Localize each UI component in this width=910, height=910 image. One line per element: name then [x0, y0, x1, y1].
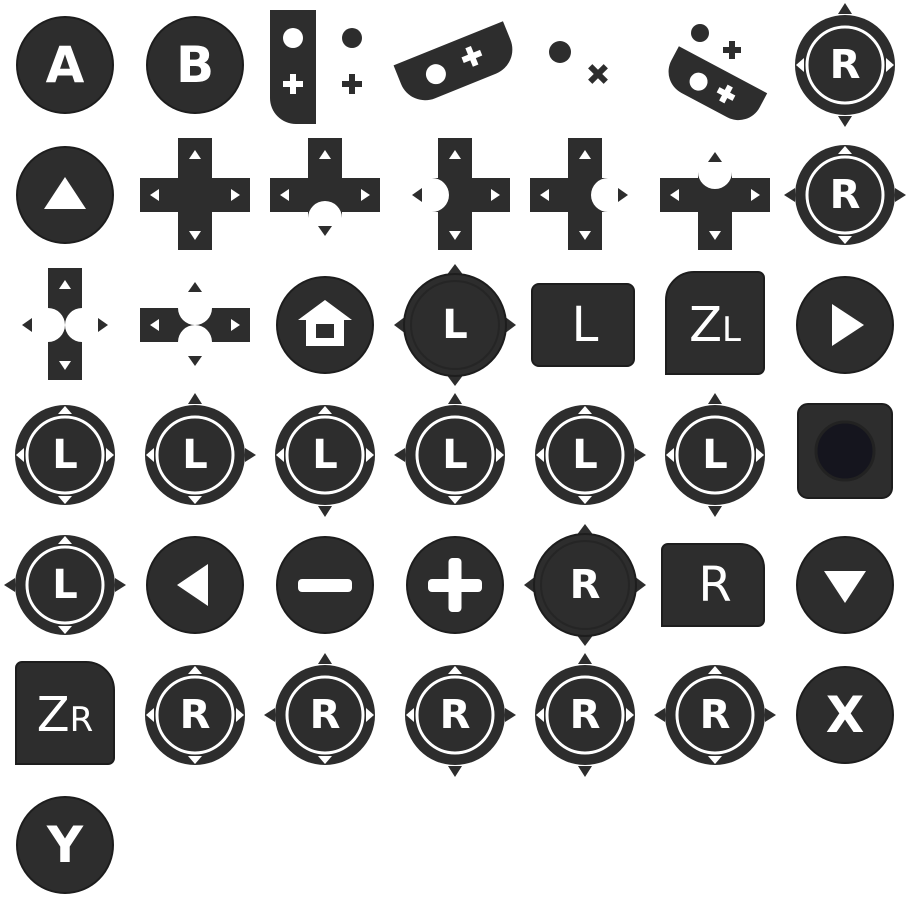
- stick-l-down-icon: L: [260, 390, 390, 520]
- icon-sheet: A B R R L L Z L L L L L L L L R R Z R R …: [0, 0, 910, 910]
- home-button-icon: [260, 260, 390, 390]
- button-play-icon: [780, 260, 910, 390]
- stick-r-horizontal-icon: R: [650, 650, 780, 780]
- joycon-left-sideways-icon: [260, 0, 390, 130]
- square-stick-icon: [780, 390, 910, 520]
- dpad-icon: [130, 130, 260, 260]
- stick-l-vertical-icon: L: [650, 390, 780, 520]
- button-up-arrow-icon: [0, 130, 130, 260]
- button-left-arrow-icon: [130, 520, 260, 650]
- button-r-icon: R: [650, 520, 780, 650]
- stick-r-inner-icon: R: [130, 650, 260, 780]
- dpad-vertical-icon: [0, 260, 130, 390]
- dpad-up-icon: [650, 130, 780, 260]
- stick-r-press-icon: R: [520, 520, 650, 650]
- joycon-tilted-dots-icon: [650, 0, 780, 130]
- button-y-icon: Y: [0, 780, 130, 910]
- dpad-left-icon: [390, 130, 520, 260]
- dpad-right-icon: [520, 130, 650, 260]
- stick-r-vertical-icon: R: [520, 650, 650, 780]
- button-b-icon: B: [130, 0, 260, 130]
- button-zr-icon: ZR: [0, 650, 130, 780]
- button-minus-icon: [260, 520, 390, 650]
- stick-l-all-icon: L: [0, 520, 130, 650]
- button-a-icon: A: [0, 0, 130, 130]
- buttons-dot-plus-icon: [520, 0, 650, 130]
- stick-l-inner-icon: L: [0, 390, 130, 520]
- stick-r-icon: R: [780, 0, 910, 130]
- stick-l-press-icon: L: [390, 260, 520, 390]
- stick-r-left-icon: R: [780, 130, 910, 260]
- joycon-tilted-icon: [390, 0, 520, 130]
- stick-r-up-icon: R: [260, 650, 390, 780]
- button-plus-icon: [390, 520, 520, 650]
- button-down-arrow-icon: [780, 520, 910, 650]
- button-l-icon: L: [520, 260, 650, 390]
- button-zl-icon: ZL: [650, 260, 780, 390]
- stick-l-up-icon: L: [130, 390, 260, 520]
- stick-l-right-icon: L: [520, 390, 650, 520]
- stick-l-left-icon: L: [390, 390, 520, 520]
- button-x-icon: X: [780, 650, 910, 780]
- dpad-down-icon: [260, 130, 390, 260]
- stick-r-down-icon: R: [390, 650, 520, 780]
- dpad-horizontal-icon: [130, 260, 260, 390]
